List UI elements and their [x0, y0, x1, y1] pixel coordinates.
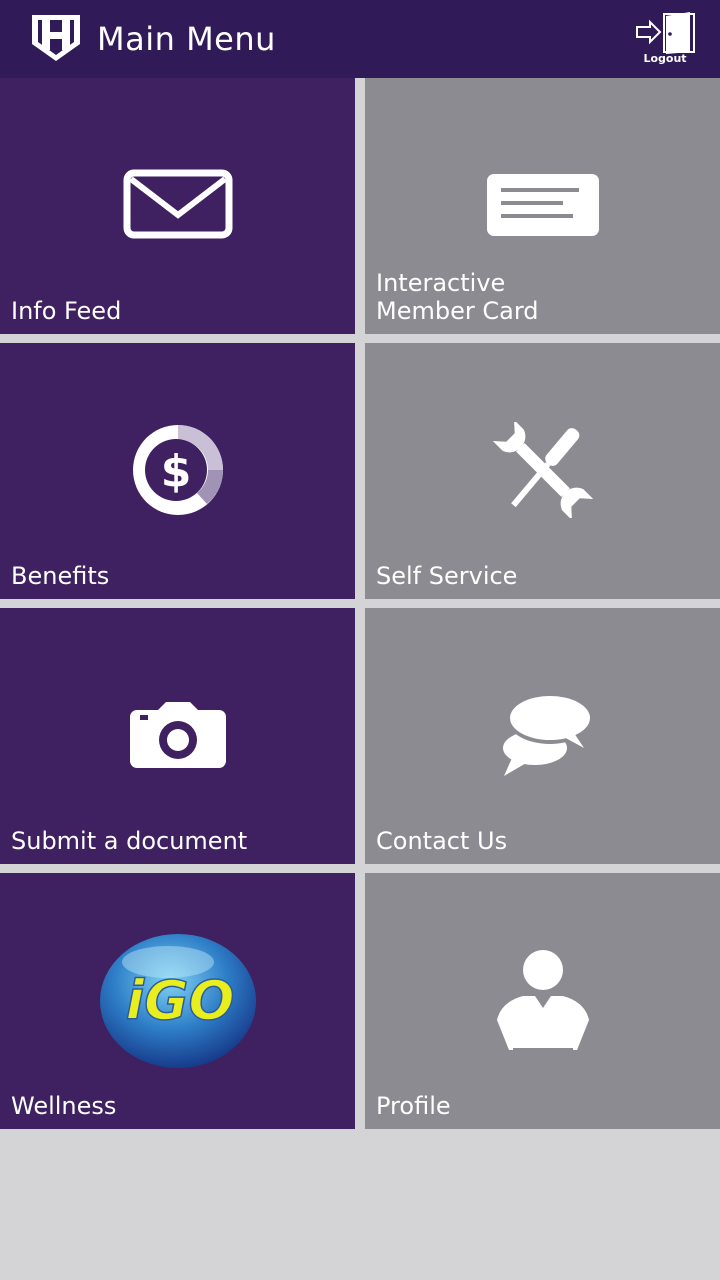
- chat-bubbles-icon: [502, 696, 592, 776]
- tile-info-feed[interactable]: Info Feed: [0, 78, 355, 334]
- tile-profile[interactable]: Profile: [365, 873, 720, 1129]
- logout-label: Logout: [643, 52, 687, 65]
- tile-submit-document[interactable]: Submit a document: [0, 608, 355, 864]
- tile-label: Benefits: [11, 562, 110, 590]
- tile-label: Submit a document: [11, 827, 248, 855]
- tile-label: Info Feed: [11, 297, 122, 325]
- logout-button[interactable]: Logout: [632, 8, 698, 68]
- dollar-circle-icon: $: [132, 425, 223, 515]
- envelope-icon: [123, 169, 232, 239]
- tile-interactive-member-card[interactable]: Interactive Member Card: [365, 78, 720, 334]
- igo-logo: iGO: [99, 934, 256, 1068]
- logout-door-icon: [636, 12, 695, 54]
- tile-label: Profile: [376, 1092, 451, 1120]
- svg-text:$: $: [160, 446, 191, 497]
- tile-label: Self Service: [376, 562, 518, 590]
- tile-self-service[interactable]: Self Service: [365, 343, 720, 599]
- tile-label: Interactive Member Card: [376, 269, 539, 325]
- tile-label: Wellness: [11, 1092, 117, 1120]
- tile-benefits[interactable]: $ Benefits: [0, 343, 355, 599]
- tile-wellness[interactable]: iGO Wellness: [0, 873, 355, 1129]
- tile-contact-us[interactable]: Contact Us: [365, 608, 720, 864]
- card-icon: [486, 174, 599, 236]
- person-icon: [496, 950, 589, 1050]
- tools-icon: [492, 422, 593, 518]
- igo-logo-text: iGO: [125, 969, 234, 1032]
- app-bar: Main Menu Logout: [0, 0, 720, 78]
- page-title: Main Menu: [97, 20, 276, 58]
- camera-icon: [129, 702, 226, 768]
- shield-logo-icon: [32, 15, 80, 61]
- tile-label: Contact Us: [376, 827, 508, 855]
